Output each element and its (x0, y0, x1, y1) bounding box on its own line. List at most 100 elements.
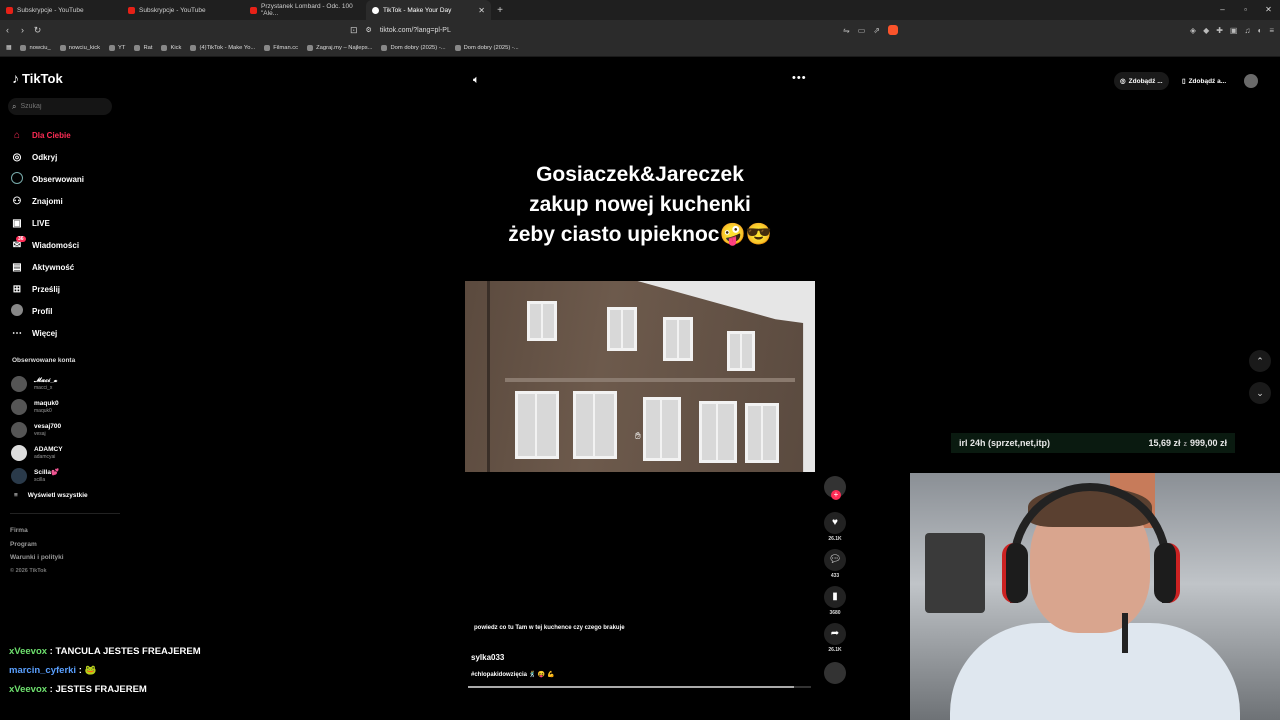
footer-link[interactable]: Warunki i polityki (10, 551, 64, 565)
save-button[interactable]: ▮ 3680 (824, 586, 846, 616)
sidebar-item-activity[interactable]: ▤ Aktywność (10, 256, 84, 278)
like-button[interactable]: ♥ 26.1K (824, 512, 846, 542)
headset-earcup-left (1002, 543, 1028, 603)
followed-account[interactable]: maquk0 maquk0 (11, 395, 63, 418)
restore-icon[interactable]: ▫ (1234, 0, 1257, 20)
screenshot-icon[interactable]: ▭ (858, 26, 866, 35)
extensions-area: ◈ ◆ ✚ ▣ ♫ ◐ ≡ (1190, 20, 1274, 40)
sidebar-item-following[interactable]: Obserwowani (10, 168, 84, 190)
window (607, 307, 637, 351)
bookmark-item[interactable]: Rat (134, 45, 152, 51)
bookmark-item[interactable]: Filman.cc (264, 45, 298, 51)
translate-icon[interactable]: ⇋ (843, 26, 850, 35)
followed-account[interactable]: vesaj700 vesaj (11, 418, 63, 441)
sidebar-item-live[interactable]: ▣ LIVE (10, 212, 84, 234)
copyright: © 2026 TikTok (10, 567, 47, 574)
comment-button[interactable]: 💬︎ 433 (824, 549, 846, 579)
video-hashtags[interactable]: #chlopakidowzięcia 🕺 😝 💪 (471, 671, 554, 678)
donation-goal: irl 24h (sprzet,net,itp) 15,69 zł z 999,00… (951, 433, 1235, 453)
window (515, 391, 559, 459)
video-author[interactable]: sylka033 (471, 653, 504, 662)
share-button[interactable]: ➦ 26.1K (824, 623, 846, 653)
apps-grid-icon[interactable]: ▦ (6, 45, 11, 51)
profile-avatar-icon (10, 303, 24, 319)
browser-tab-active[interactable]: TikTok - Make Your Day ✕ (366, 0, 491, 20)
extension-icon[interactable]: ◈ (1190, 26, 1196, 35)
bookmark-item[interactable]: Zagraj.my – Najleps... (307, 45, 372, 51)
sidebar-item-profile[interactable]: Profil (10, 300, 84, 322)
search-box[interactable]: ⌕ (8, 98, 112, 115)
menu-icon[interactable]: ≡ (1269, 26, 1274, 35)
show-all-button[interactable]: ≡ Wyświetl wszystkie (14, 492, 88, 499)
stream-chat: xVeevox : TANCULA JESTES FREAJEREM marci… (9, 642, 201, 699)
friends-icon: ⚇ (12, 195, 22, 207)
bookmark-item[interactable]: Kick (161, 45, 181, 51)
sidebar-item-messages[interactable]: ✉ 36 Wiadomości (10, 234, 84, 256)
tiktok-logo[interactable]: ♪ TikTok (12, 70, 63, 86)
reload-icon[interactable]: ↻ (30, 25, 45, 36)
sidebar-item-for-you[interactable]: ⌂ Dla Ciebie (10, 124, 84, 146)
browser-tab[interactable]: Subskrypcje - YouTube (122, 0, 244, 20)
bookmark-item[interactable]: YT (109, 45, 125, 51)
media-icon[interactable]: ♫ (1244, 26, 1250, 35)
headset-earcup-right (1154, 543, 1180, 603)
wallet-icon[interactable]: ◐ (1257, 26, 1262, 35)
footer-link[interactable]: Program (10, 538, 64, 552)
bookmark-item[interactable]: Dom dobry (2025) -... (381, 45, 446, 51)
browser-tab[interactable]: Przystanek Lombard - Odc. 100 "Ale... (244, 0, 366, 20)
site-info-icon[interactable]: ⚙ (366, 26, 372, 34)
sidebar-item-more[interactable]: ⋯ Więcej (10, 322, 84, 344)
user-avatar[interactable] (1244, 74, 1258, 88)
follow-plus-icon[interactable]: + (831, 490, 841, 500)
bookmark-icon[interactable]: ⊡ (350, 25, 358, 36)
sidebar-icon[interactable]: ▣ (1230, 26, 1238, 35)
music-disc-icon[interactable] (824, 662, 846, 684)
close-window-icon[interactable]: ✕ (1257, 0, 1280, 20)
new-tab-button[interactable]: + (491, 5, 509, 16)
followed-account[interactable]: Scilla💕 scilla (11, 464, 63, 487)
bookmark-favicon (134, 45, 141, 51)
more-options-icon[interactable]: ••• (792, 72, 807, 84)
followed-account[interactable]: ADAMCY adamcyai (11, 441, 63, 464)
volume-icon[interactable]: 🔈︎ (473, 74, 480, 87)
forward-icon[interactable]: › (15, 25, 30, 35)
extension-icon[interactable]: ◆ (1203, 26, 1209, 35)
bookmark-favicon (109, 45, 116, 51)
bookmark-favicon (161, 45, 168, 51)
progress-fill (468, 686, 794, 688)
back-icon[interactable]: ‹ (0, 25, 15, 35)
video-player[interactable]: ✋︎ (465, 281, 815, 472)
video-progress-bar[interactable] (468, 686, 811, 688)
avatar (11, 421, 27, 438)
browser-tab[interactable]: Subskrypcje - YouTube (0, 0, 122, 20)
url-text[interactable]: tiktok.com/?lang=pl-PL (380, 27, 451, 34)
followed-account[interactable]: 𝓜𝓪𝓬𝓲_𝔁 macci_x (11, 372, 63, 395)
brave-shield-icon[interactable] (887, 25, 898, 35)
bookmark-item[interactable]: nowciu_ (20, 45, 51, 51)
background-chair (925, 533, 985, 613)
extensions-puzzle-icon[interactable]: ✚ (1216, 26, 1223, 35)
get-coins-button[interactable]: ◎ Zdobądź ... (1114, 72, 1169, 90)
activity-icon: ▤ (12, 261, 22, 273)
get-app-button[interactable]: ▯ Zdobądź a... (1176, 72, 1232, 90)
sidebar-item-explore[interactable]: ◎ Odkryj (10, 146, 84, 168)
creator-avatar[interactable]: + (824, 476, 846, 500)
bookmark-item[interactable]: (4)TikTok - Make Yo... (190, 45, 255, 51)
bookmark-item[interactable]: Dom dobry (2025) -... (454, 45, 519, 51)
footer-link[interactable]: Firma (10, 524, 64, 538)
close-tab-icon[interactable]: ✕ (478, 6, 485, 15)
messages-icon: ✉ 36 (12, 235, 26, 251)
window (573, 391, 617, 459)
address-bar[interactable]: ⊡ ⚙ tiktok.com/?lang=pl-PL (350, 22, 910, 38)
search-input[interactable] (20, 103, 101, 110)
minimize-icon[interactable]: – (1211, 0, 1234, 20)
share-icon[interactable]: ⇗ (873, 26, 880, 35)
tiktok-icon (372, 6, 379, 14)
sidebar-item-upload[interactable]: ⊞ Prześlij (10, 278, 84, 300)
bookmark-favicon (20, 45, 27, 51)
bookmark-item[interactable]: nowciu_kick (59, 45, 100, 51)
list-icon: ≡ (14, 492, 18, 499)
next-video-button[interactable]: ⌄ (1249, 382, 1271, 404)
previous-video-button[interactable]: ⌃ (1249, 350, 1271, 372)
sidebar-item-friends[interactable]: ⚇ Znajomi (10, 190, 84, 212)
